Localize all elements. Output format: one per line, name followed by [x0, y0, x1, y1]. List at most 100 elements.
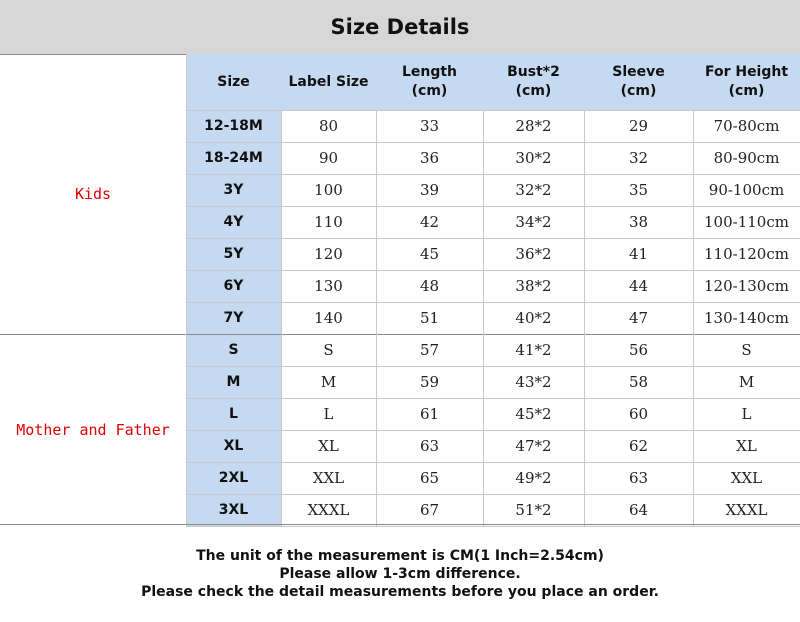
column-divider: [483, 110, 484, 526]
size-cell: 12-18M: [204, 118, 263, 134]
table-cell: 47*2: [515, 437, 552, 455]
row-divider: [186, 494, 800, 495]
row-divider: [186, 430, 800, 431]
column-divider: [186, 54, 187, 526]
table-cell: 39: [419, 181, 440, 199]
table-cell: S: [323, 341, 334, 359]
table-cell: L: [323, 405, 334, 423]
table-cell: 61: [419, 405, 440, 423]
table-cell: 36: [419, 149, 440, 167]
row-divider: [186, 366, 800, 367]
table-cell: M: [738, 373, 755, 391]
row-divider: [186, 238, 800, 239]
row-divider: [186, 174, 800, 175]
table-cell: S: [741, 341, 752, 359]
table-cell: XXL: [730, 469, 763, 487]
table-cell: 35: [628, 181, 649, 199]
table-cell: 51: [419, 309, 440, 327]
table-cell: 38: [628, 213, 649, 231]
table-cell: 90-100cm: [708, 181, 785, 199]
table-cell: 80-90cm: [713, 149, 780, 167]
table-cell: 48: [419, 277, 440, 295]
table-cell: 120-130cm: [704, 277, 789, 295]
group-label: Mother and Father: [16, 421, 170, 439]
size-table: Size Label Size Length (cm) Bust*2 (cm) Slee…: [0, 54, 800, 527]
table-cell: 51*2: [515, 501, 552, 519]
table-cell: 63: [628, 469, 649, 487]
table-cell: 110: [314, 213, 343, 231]
table-cell: 60: [628, 405, 649, 423]
table-cell: 80: [318, 117, 339, 135]
size-cell: 7Y: [223, 310, 244, 326]
size-cell: 2XL: [218, 470, 249, 486]
table-cell: 33: [419, 117, 440, 135]
row-divider: [186, 398, 800, 399]
table-cell: 110-120cm: [704, 245, 789, 263]
table-cell: 130: [314, 277, 343, 295]
footer-line-check: Please check the detail measurements bef…: [141, 583, 659, 600]
table-cell: XXXL: [307, 501, 350, 519]
table-cell: 32*2: [515, 181, 552, 199]
table-cell: 120: [314, 245, 343, 263]
size-cell: 3Y: [223, 182, 244, 198]
column-header: Label Size: [288, 73, 369, 90]
footer-line-unit: The unit of the measurement is CM(1 Inch…: [196, 547, 604, 564]
table-cell: 62: [628, 437, 649, 455]
size-cell: 4Y: [223, 214, 244, 230]
table-cell: 41: [628, 245, 649, 263]
table-cell: 90: [318, 149, 339, 167]
table-cell: 36*2: [515, 245, 552, 263]
table-cell: 64: [628, 501, 649, 519]
size-chart: Size Details Size Label Size Length (cm) Bu…: [0, 0, 800, 622]
table-cell: 100: [314, 181, 343, 199]
table-cell: 30*2: [515, 149, 552, 167]
size-cell: 5Y: [223, 246, 244, 262]
table-cell: 49*2: [515, 469, 552, 487]
table-cell: 41*2: [515, 341, 552, 359]
footer-line-difference: Please allow 1-3cm difference.: [279, 565, 521, 582]
table-cell: 34*2: [515, 213, 552, 231]
chart-title: Size Details: [0, 0, 800, 55]
row-divider: [186, 110, 800, 111]
table-cell: 57: [419, 341, 440, 359]
table-cell: 63: [419, 437, 440, 455]
row-divider: [0, 334, 800, 335]
table-cell: 65: [419, 469, 440, 487]
table-cell: 58: [628, 373, 649, 391]
size-cell: 3XL: [218, 502, 249, 518]
table-cell: 100-110cm: [704, 213, 789, 231]
table-cell: 28*2: [515, 117, 552, 135]
table-cell: XXL: [312, 469, 345, 487]
row-divider: [186, 206, 800, 207]
table-cell: 59: [419, 373, 440, 391]
table-cell: 140: [314, 309, 343, 327]
column-header: Length (cm): [401, 64, 458, 99]
size-cell: L: [229, 406, 238, 422]
table-cell: 44: [628, 277, 649, 295]
table-cell: L: [741, 405, 752, 423]
row-divider: [186, 270, 800, 271]
table-cell: 45: [419, 245, 440, 263]
table-cell: 45*2: [515, 405, 552, 423]
table-cell: 40*2: [515, 309, 552, 327]
table-cell: XXXL: [725, 501, 768, 519]
row-divider: [186, 142, 800, 143]
size-cell: XL: [223, 438, 244, 454]
table-cell: 42: [419, 213, 440, 231]
table-cell: 32: [628, 149, 649, 167]
table-cell: XL: [736, 437, 757, 455]
table-cell: 38*2: [515, 277, 552, 295]
table-cell: 67: [419, 501, 440, 519]
table-cell: 43*2: [515, 373, 552, 391]
column-divider: [281, 110, 282, 526]
column-header: For Height (cm): [704, 64, 789, 99]
table-cell: 130-140cm: [704, 309, 789, 327]
footer-notes: The unit of the measurement is CM(1 Inch…: [0, 525, 800, 622]
column-divider: [584, 110, 585, 526]
row-divider: [186, 302, 800, 303]
column-divider: [376, 110, 377, 526]
column-divider: [693, 110, 694, 526]
column-header: Bust*2 (cm): [507, 64, 560, 99]
table-cell: 29: [628, 117, 649, 135]
table-cell: M: [320, 373, 337, 391]
